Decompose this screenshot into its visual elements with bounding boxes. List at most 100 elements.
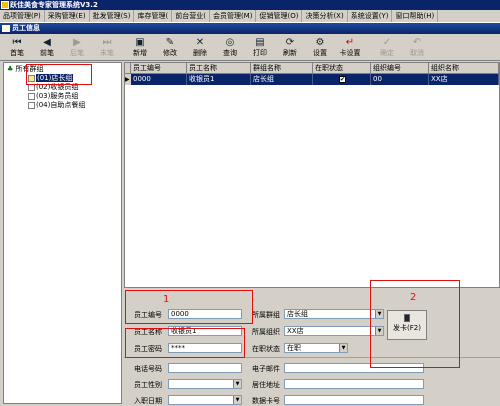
emp-id-field[interactable]: 0000 [168, 309, 242, 319]
tree-item-waiter[interactable]: (03)服务员组 [28, 92, 78, 101]
phone-label: 电话号码 [134, 365, 162, 373]
status-select[interactable]: 在职 ▼ [284, 343, 348, 353]
menu-item-inventory[interactable]: 库存管理( [134, 10, 173, 22]
last-record-button[interactable]: ⏭ 末笔 [92, 36, 122, 60]
prev-icon: ◀ [43, 37, 51, 48]
chevron-down-icon: ▼ [233, 396, 241, 404]
printer-icon: ▤ [255, 37, 265, 48]
org-label: 所属组织 [252, 328, 280, 336]
print-button[interactable]: ▤ 打印 [245, 36, 275, 60]
tree-root-icon: ♣ [7, 65, 14, 73]
app-icon [1, 1, 9, 9]
group-icon [28, 92, 35, 100]
email-field[interactable] [284, 363, 424, 373]
grid-col-group[interactable]: 群组名称 [251, 63, 313, 74]
group-select[interactable]: 店长组 ▼ [284, 309, 384, 319]
menu-item-window-help[interactable]: 窗口帮助(H) [392, 10, 439, 22]
tree-item-store-manager[interactable]: (01)店长组 [28, 74, 74, 83]
cell-emp-name: 收银员1 [187, 74, 251, 85]
emp-name-field[interactable]: 收银员1 [168, 326, 242, 336]
card-icon [404, 314, 410, 322]
gender-select[interactable]: ▼ [168, 379, 242, 389]
cell-emp-id: 0000 [131, 74, 187, 85]
grid-col-emp-name[interactable]: 员工名称 [187, 63, 251, 74]
settings-icon: ⚙ [315, 37, 325, 48]
address-field[interactable] [284, 379, 424, 389]
org-select[interactable]: XX店 ▼ [284, 326, 384, 336]
issue-card-button[interactable]: 发卡(F2) [387, 310, 427, 340]
prev-record-button[interactable]: ◀ 前笔 [32, 36, 62, 60]
pencil-icon: ✎ [165, 37, 175, 48]
refresh-icon: ⟳ [285, 37, 295, 48]
status-label: 在职状态 [252, 345, 280, 353]
refresh-button[interactable]: ⟳ 刷新 [275, 36, 305, 60]
annotation-label-1: 1 [163, 294, 170, 305]
delete-icon: ✕ [195, 37, 205, 48]
settings-button[interactable]: ⚙ 设置 [305, 36, 335, 60]
phone-field[interactable] [168, 363, 242, 373]
next-record-button[interactable]: ▶ 后笔 [62, 36, 92, 60]
group-icon [28, 83, 35, 91]
subwindow-title: 员工信息 [12, 24, 40, 32]
card-arrow-icon: ↵ [345, 37, 355, 48]
group-icon [28, 101, 35, 109]
confirm-icon: ✓ [382, 37, 392, 48]
first-record-button[interactable]: ⏮ 首笔 [2, 36, 32, 60]
app-title: 跃佳美食专家管理系统V3.2 [10, 1, 98, 9]
menu-item-wholesale[interactable]: 批发管理(S) [90, 10, 135, 22]
chevron-down-icon: ▼ [375, 327, 383, 335]
emp-password-label: 员工密码 [134, 345, 162, 353]
chevron-down-icon: ▼ [339, 344, 347, 352]
new-icon: ▣ [135, 37, 145, 48]
group-tree[interactable]: ♣ 所有群组 (01)店长组 (02)收银员组 (03)服务员组 (04)自助点… [3, 62, 122, 404]
menu-item-settings[interactable]: 系统设置(Y) [348, 10, 393, 22]
emp-password-field[interactable]: **** [168, 343, 242, 353]
grid-header: 员工编号 员工名称 群组名称 在职状态 组织编号 组织名称 [125, 63, 499, 74]
employee-form: 员工编号 0000 员工名称 收银员1 员工密码 **** 所属群组 店长组 ▼ … [124, 289, 500, 405]
grid-col-status[interactable]: 在职状态 [313, 63, 371, 74]
address-label: 居住地址 [252, 381, 280, 389]
edit-button[interactable]: ✎ 修改 [155, 36, 185, 60]
employee-grid[interactable]: 员工编号 员工名称 群组名称 在职状态 组织编号 组织名称 ▶ 0000 收银员… [124, 62, 500, 288]
first-icon: ⏮ [12, 37, 22, 48]
card-settings-button[interactable]: ↵ 卡设置 [335, 36, 365, 60]
subwindow-titlebar: 员工信息 [0, 23, 500, 34]
delete-button[interactable]: ✕ 删除 [185, 36, 215, 60]
group-label: 所属群组 [252, 311, 280, 319]
email-label: 电子邮件 [252, 365, 280, 373]
chevron-down-icon: ▼ [233, 380, 241, 388]
menu-item-frontdesk[interactable]: 前台营业( [172, 10, 210, 22]
menu-item-products[interactable]: 品项管理(P) [0, 10, 45, 22]
status-checkbox[interactable]: ✔ [339, 76, 346, 83]
table-row[interactable]: 0000 收银员1 店长组 ✔ 00 XX店 [131, 74, 499, 85]
menu-item-promotions[interactable]: 促销管理(O) [256, 10, 303, 22]
menu-item-members[interactable]: 会员管理(M) [210, 10, 257, 22]
add-button[interactable]: ▣ 新增 [125, 36, 155, 60]
grid-col-org-id[interactable]: 组织编号 [371, 63, 429, 74]
cell-group: 店长组 [251, 74, 313, 85]
entry-date-label: 入职日期 [134, 397, 162, 405]
tree-item-cashier[interactable]: (02)收银员组 [28, 83, 78, 92]
annotation-label-2: 2 [410, 292, 417, 303]
cancel-button[interactable]: ↶ 取消 [402, 36, 432, 60]
tree-root[interactable]: ♣ 所有群组 [7, 65, 44, 74]
menu-bar: 品项管理(P) 采购管理(E) 批发管理(S) 库存管理( 前台营业( 会员管理… [0, 10, 500, 23]
cell-org-id: 00 [371, 74, 429, 85]
binoculars-icon: ◎ [225, 37, 235, 48]
app-titlebar: 跃佳美食专家管理系统V3.2 [0, 0, 500, 10]
cell-status: ✔ [313, 74, 371, 85]
cancel-icon: ↶ [412, 37, 422, 48]
confirm-button[interactable]: ✓ 确定 [372, 36, 402, 60]
chevron-down-icon: ▼ [375, 310, 383, 318]
menu-item-analysis[interactable]: 决策分析(X) [302, 10, 348, 22]
toolbar: ⏮ 首笔 ◀ 前笔 ▶ 后笔 ⏭ 末笔 ▣ 新增 ✎ 修改 ✕ 删除 ◎ 查询 ▤ 打印 ⟳ 刷新 … [0, 34, 500, 61]
card-number-label: 数据卡号 [252, 397, 280, 405]
next-icon: ▶ [73, 37, 81, 48]
gender-label: 员工性别 [134, 381, 162, 389]
tree-item-self-order[interactable]: (04)自助点餐组 [28, 101, 85, 110]
menu-item-purchase[interactable]: 采购管理(E) [45, 10, 90, 22]
grid-col-org-name[interactable]: 组织名称 [429, 63, 499, 74]
grid-col-emp-id[interactable]: 员工编号 [131, 63, 187, 74]
window-icon [2, 25, 10, 32]
query-button[interactable]: ◎ 查询 [215, 36, 245, 60]
